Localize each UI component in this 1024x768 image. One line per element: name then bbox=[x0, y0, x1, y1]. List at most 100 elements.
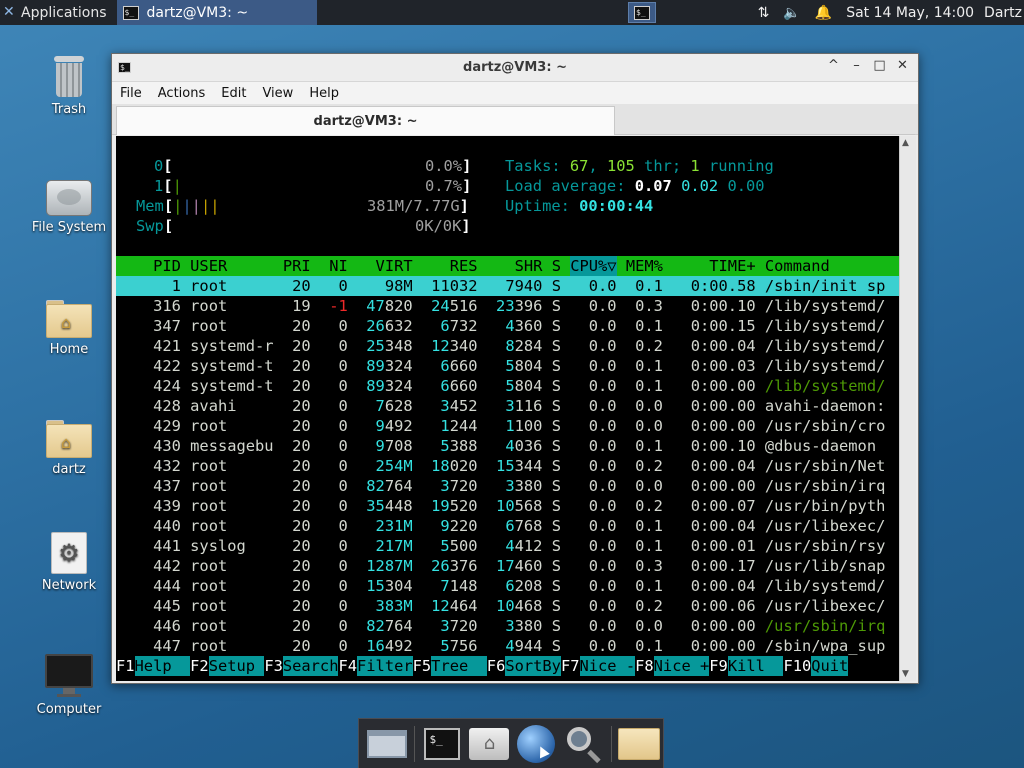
process-row[interactable]: 424 systemd-t 20 0 89324 6660 5804 S 0.0 0.1 0:00.… bbox=[116, 376, 899, 396]
fkey-f8[interactable]: F8 bbox=[635, 656, 654, 676]
cell-pri: 20 bbox=[292, 637, 311, 655]
scroll-down-arrow-icon[interactable]: ▼ bbox=[902, 669, 909, 679]
process-row[interactable]: 447 root 20 0 16492 5756 4944 S 0.0 0.1 0:00.00/sb… bbox=[116, 636, 899, 656]
fkey-f3[interactable]: F3 bbox=[264, 656, 283, 676]
clock[interactable]: Sat 14 May, 14:00 bbox=[846, 5, 974, 21]
cell-pri: 20 bbox=[292, 357, 311, 375]
user-menu[interactable]: Dartz bbox=[984, 5, 1022, 21]
process-row[interactable]: 422 systemd-t 20 0 89324 6660 5804 S 0.0 0.1 0:00.… bbox=[116, 356, 899, 376]
process-row[interactable]: 432 root 20 0 254M 18020 15344 S 0.0 0.2 0:00.04/u… bbox=[116, 456, 899, 476]
cell-virt: 7628 bbox=[375, 397, 413, 415]
cell-s: S bbox=[551, 617, 561, 635]
process-row[interactable]: 429 root 20 0 9492 1244 1100 S 0.0 0.0 0:00.00/usr… bbox=[116, 416, 899, 436]
fkey-label[interactable]: Tree bbox=[431, 656, 487, 676]
fkey-label[interactable]: Nice - bbox=[579, 656, 636, 676]
window-titlebar[interactable]: $_ dartz@VM3: ~ ^ – □ ✕ bbox=[112, 54, 918, 82]
fkey-f1[interactable]: F1 bbox=[116, 656, 135, 676]
network-icon[interactable]: ⇅ bbox=[758, 5, 770, 21]
user-folder-icon: ⌂ bbox=[46, 420, 92, 458]
fkey-f7[interactable]: F7 bbox=[561, 656, 580, 676]
cell-res: 6732 bbox=[440, 317, 478, 335]
process-row[interactable]: 316 root 19 -1 47820 24516 23396 S 0.0 0.3 0:00.10… bbox=[116, 296, 899, 316]
cell-time: 0:00.00 bbox=[690, 397, 756, 415]
fkey-label[interactable]: Nice + bbox=[653, 656, 710, 676]
fkey-label[interactable]: Help bbox=[134, 656, 191, 676]
dock-web-browser[interactable] bbox=[513, 721, 560, 767]
process-row[interactable]: 445 root 20 0 383M 12464 10468 S 0.0 0.2 0:00.06/u… bbox=[116, 596, 899, 616]
menu-help[interactable]: Help bbox=[309, 86, 339, 101]
process-row[interactable]: 437 root 20 0 82764 3720 3380 S 0.0 0.0 0:00.00/us… bbox=[116, 476, 899, 496]
desktop-icon-network[interactable]: ⚙ Network bbox=[24, 532, 114, 593]
window-terminal-icon[interactable]: $_ bbox=[118, 59, 131, 74]
menu-edit[interactable]: Edit bbox=[221, 86, 246, 101]
window-shade-button[interactable]: ^ bbox=[822, 58, 845, 73]
cell-cpu: 0.0 bbox=[588, 417, 617, 435]
fkey-f2[interactable]: F2 bbox=[190, 656, 209, 676]
cell-virt: 89324 bbox=[366, 357, 413, 375]
process-row[interactable]: 444 root 20 0 15304 7148 6208 S 0.0 0.1 0:00.04/li… bbox=[116, 576, 899, 596]
close-button[interactable]: ✕ bbox=[891, 58, 914, 73]
cell-ni: 0 bbox=[338, 477, 348, 495]
cell-pri: 20 bbox=[292, 557, 311, 575]
cell-time: 0:00.04 bbox=[690, 457, 756, 475]
cell-shr: 15344 bbox=[496, 457, 543, 475]
fkey-f5[interactable]: F5 bbox=[413, 656, 432, 676]
scroll-up-arrow-icon[interactable]: ▲ bbox=[902, 138, 909, 148]
process-row[interactable]: 1 root 20 0 98M 11032 7940 S 0.0 0.1 0:00.58/sbin/… bbox=[116, 276, 899, 296]
fkey-label[interactable]: Kill bbox=[727, 656, 784, 676]
notification-bell-icon[interactable]: 🔔 bbox=[815, 5, 832, 21]
process-row[interactable]: 441 syslog 20 0 217M 5500 4412 S 0.0 0.1 0:00.01/u… bbox=[116, 536, 899, 556]
taskbar-terminal-button[interactable]: $_ dartz@VM3: ~ bbox=[116, 0, 317, 25]
process-row[interactable]: 440 root 20 0 231M 9220 6768 S 0.0 0.1 0:00.04/usr… bbox=[116, 516, 899, 536]
process-row[interactable]: 421 systemd-r 20 0 25348 12340 8284 S 0.0 0.2 0:00… bbox=[116, 336, 899, 356]
hard-drive-icon bbox=[46, 180, 92, 216]
desktop-icon-file-system[interactable]: File System bbox=[24, 176, 114, 235]
cell-mem: 0.1 bbox=[635, 357, 663, 375]
process-table-header[interactable]: PID USER PRI NI VIRT RES SHR S CPU%▽ MEM% TIME+ Com… bbox=[116, 256, 899, 276]
cell-virt: 47820 bbox=[366, 297, 413, 315]
dock-terminal[interactable]: $_ bbox=[419, 721, 466, 767]
menu-file[interactable]: File bbox=[120, 86, 142, 101]
workspace-pager[interactable]: $_ bbox=[628, 2, 656, 23]
dock-file-manager[interactable]: ⌂ bbox=[466, 721, 513, 767]
dock-folder[interactable] bbox=[616, 721, 663, 767]
process-row[interactable]: 442 root 20 0 1287M 26376 17460 S 0.0 0.3 0:00.17 /… bbox=[116, 556, 899, 576]
process-row[interactable]: 430 messagebu 20 0 9708 5388 4036 S 0.0 0.1 0:00.1… bbox=[116, 436, 899, 456]
desktop-icon-trash[interactable]: Trash bbox=[24, 54, 114, 117]
desktop-icon-computer[interactable]: Computer bbox=[24, 654, 114, 717]
menu-actions[interactable]: Actions bbox=[158, 86, 206, 101]
dock-show-desktop[interactable] bbox=[363, 721, 410, 767]
fkey-label[interactable]: SortBy bbox=[505, 656, 561, 676]
fkey-f9[interactable]: F9 bbox=[709, 656, 728, 676]
cell-cpu: 0.0 bbox=[588, 357, 617, 375]
menu-view[interactable]: View bbox=[262, 86, 293, 101]
fkey-f4[interactable]: F4 bbox=[338, 656, 357, 676]
fkey-f6[interactable]: F6 bbox=[487, 656, 506, 676]
cell-virt: 98M bbox=[384, 277, 413, 295]
htop-terminal[interactable]: 0[ 0.0%] 1[| 0.7%] Mem[||||| 381M/7.77G]… bbox=[116, 136, 899, 681]
desktop-icon-home[interactable]: ⌂ Home bbox=[24, 296, 114, 357]
process-row[interactable]: 439 root 20 0 35448 19520 10568 S 0.0 0.2 0:00.07 /… bbox=[116, 496, 899, 516]
fkey-label[interactable]: Setup bbox=[208, 656, 265, 676]
cell-shr: 4036 bbox=[505, 437, 543, 455]
fkey-label[interactable]: Quit bbox=[811, 656, 849, 676]
home-folder-icon: ⌂ bbox=[469, 727, 510, 760]
volume-icon[interactable]: 🔈 bbox=[783, 5, 800, 21]
desktop-icon-dartz[interactable]: ⌂ dartz bbox=[24, 416, 114, 477]
cell-pid: 437 bbox=[153, 477, 181, 495]
cell-mem: 0.1 bbox=[635, 377, 663, 395]
fkey-label[interactable]: Search bbox=[282, 656, 339, 676]
fkey-label[interactable]: Filter bbox=[357, 656, 413, 676]
maximize-button[interactable]: □ bbox=[868, 58, 891, 73]
minimize-button[interactable]: – bbox=[845, 58, 868, 73]
terminal-scrollbar[interactable]: ▲ ▼ bbox=[899, 136, 916, 681]
process-row[interactable]: 347 root 20 0 26632 6732 4360 S 0.0 0.1 0:00.15/li… bbox=[116, 316, 899, 336]
process-row[interactable]: 446 root 20 0 82764 3720 3380 S 0.0 0.0 0:00.00/us… bbox=[116, 616, 899, 636]
cell-res: 5500 bbox=[440, 537, 478, 555]
process-row[interactable]: 428 avahi 20 0 7628 3452 3116 S 0.0 0.0 0:00.00 ava… bbox=[116, 396, 899, 416]
applications-menu-button[interactable]: ✕ Applications bbox=[0, 0, 113, 25]
terminal-tab[interactable]: dartz@VM3: ~ bbox=[116, 106, 615, 135]
fkey-f10[interactable]: F10 bbox=[783, 656, 811, 676]
dock-app-finder[interactable] bbox=[560, 721, 607, 767]
cell-shr: 4944 bbox=[505, 637, 543, 655]
